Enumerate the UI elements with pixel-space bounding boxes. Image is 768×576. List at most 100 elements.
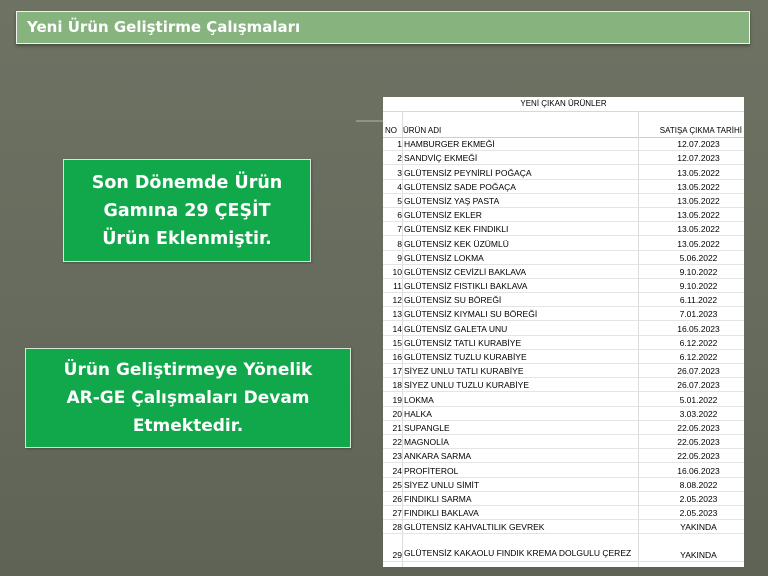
row-no: 15	[392, 337, 402, 348]
row-date: 22.05.2023	[677, 422, 720, 433]
row-no: 10	[392, 266, 402, 277]
row-name: SİYEZ UNLU SİMİT	[404, 479, 480, 490]
header-no: NO	[385, 126, 397, 135]
row-date: 8.08.2022	[679, 479, 718, 490]
row-name: SİYEZ UNLU TATLI KURABİYE	[404, 366, 524, 377]
row-name: FINDIKLI BAKLAVA	[404, 508, 479, 519]
row-date: 12.07.2023	[677, 139, 720, 150]
row-date: 13.05.2022	[677, 181, 720, 192]
row-name: SİYEZ UNLU TUZLU KURABİYE	[404, 380, 530, 391]
row-no: 3	[397, 167, 402, 178]
table-row: 27 FINDIKLI BAKLAVA 2.05.2023	[383, 506, 744, 521]
row-no: 22	[392, 437, 402, 448]
table-row: 7 GLÜTENSİZ KEK FINDIKLI 13.05.2022	[383, 222, 744, 237]
row-date: 16.06.2023	[677, 465, 720, 476]
row-no: 27	[392, 508, 402, 519]
header-name: ÜRÜN ADI	[403, 126, 442, 135]
row-no: 24	[392, 465, 402, 476]
row-no: 11	[393, 281, 402, 292]
row-name: GLÜTENSİZ EKLER	[404, 210, 482, 221]
row-date: 6.11.2022	[679, 295, 718, 306]
row-name: HALKA	[404, 408, 432, 419]
row-no: 28	[392, 522, 402, 533]
row-no: 21	[392, 422, 402, 433]
row-no: 14	[392, 323, 402, 334]
row-name: GLÜTENSİZ CEVİZLİ BAKLAVA	[404, 266, 527, 277]
row-no: 23	[392, 451, 402, 462]
row-no: 29	[392, 550, 402, 561]
row-name: MAGNOLİA	[404, 437, 449, 448]
table-body: 1 HAMBURGER EKMEĞİ 12.07.2023 2 SANDVİÇ EKME…	[383, 137, 744, 563]
table-row: 15 GLÜTENSİZ TATLI KURABİYE 6.12.2022	[383, 336, 744, 350]
row-name: GLÜTENSİZ SADE POĞAÇA	[404, 181, 516, 192]
row-no: 4	[397, 181, 402, 192]
row-no: 19	[392, 394, 402, 405]
row-date: 9.10.2022	[679, 266, 718, 277]
row-name: HAMBURGER EKMEĞİ	[404, 139, 495, 150]
row-name: GLÜTENSİZ FISTIKLI BAKLAVA	[404, 281, 528, 292]
table-row: 28 GLÜTENSİZ KAHVALTILIK GEVREK YAKINDA	[383, 520, 744, 535]
table-row: 12 GLÜTENSİZ SU BÖREĞİ 6.11.2022	[383, 293, 744, 308]
row-date: YAKINDA	[680, 522, 717, 533]
title-bar: Yeni Ürün Geliştirme Çalışmaları	[16, 11, 750, 44]
table-row: 8 GLÜTENSİZ KEK ÜZÜMLÜ 13.05.2022	[383, 236, 744, 251]
row-no: 26	[392, 493, 402, 504]
table-row: 13 GLÜTENSİZ KIYMALI SU BÖREĞİ 7.01.2023	[383, 307, 744, 322]
row-name: GLÜTENSİZ PEYNİRLİ POĞAÇA	[404, 167, 532, 178]
table-row: 2 SANDVİÇ EKMEĞİ 12.07.2023	[383, 151, 744, 166]
table-row: 29 GLÜTENSİZ KAKAOLU FINDIK KREMA DOLGULU…	[383, 534, 744, 563]
row-date: 26.07.2023	[677, 366, 720, 377]
info-box-rnd: Ürün Geliştirmeye Yönelik AR-GE Çalışmal…	[25, 348, 351, 448]
row-date: 7.01.2023	[679, 309, 718, 320]
row-date: 13.05.2022	[677, 195, 720, 206]
row-name: GLÜTENSİZ SU BÖREĞİ	[404, 295, 502, 306]
table-row: 25 SİYEZ UNLU SİMİT 8.08.2022	[383, 478, 744, 492]
table-row: 21 SUPANGLE 22.05.2023	[383, 421, 744, 435]
info-box-line: Son Dönemde Ürün	[91, 172, 283, 193]
divider-line	[356, 120, 384, 122]
row-no: 8	[397, 238, 402, 249]
row-no: 1	[397, 139, 402, 150]
row-date: 2.05.2023	[679, 493, 718, 504]
table-caption: YENİ ÇIKAN ÜRÜNLER	[383, 97, 744, 112]
row-date: 6.12.2022	[679, 352, 718, 362]
row-no: 12	[392, 295, 402, 306]
info-box-line: Gamına 29 ÇEŞİT	[103, 200, 271, 221]
row-date: 22.05.2023	[677, 451, 720, 462]
row-date: 3.03.2022	[679, 408, 718, 419]
info-box-line: Ürün Geliştirmeye Yönelik	[63, 360, 313, 380]
row-date: 26.07.2023	[677, 380, 720, 391]
row-name: GLÜTENSİZ KAKAOLU FINDIK KREMA DOLGULU Ç…	[404, 548, 632, 559]
table-row: 1 HAMBURGER EKMEĞİ 12.07.2023	[383, 137, 744, 152]
row-date: 2.05.2023	[679, 508, 718, 519]
row-name: GLÜTENSİZ KIYMALI SU BÖREĞİ	[404, 309, 538, 320]
row-name: GLÜTENSİZ TATLI KURABİYE	[404, 337, 522, 348]
table-row: 9 GLÜTENSİZ LOKMA 5.06.2022	[383, 251, 744, 265]
row-no: 17	[392, 366, 402, 377]
table-row: 4 GLÜTENSİZ SADE POĞAÇA 13.05.2022	[383, 180, 744, 194]
table-row: 19 LOKMA 5.01.2022	[383, 392, 744, 407]
row-name: LOKMA	[404, 394, 434, 405]
info-box-line: AR-GE Çalışmaları Devam	[66, 388, 310, 408]
row-date: 13.05.2022	[677, 210, 720, 221]
row-no: 18	[392, 380, 402, 391]
row-name: FINDIKLI SARMA	[404, 493, 472, 504]
row-name: GLÜTENSİZ KAHVALTILIK GEVREK	[404, 522, 545, 533]
row-date: 5.06.2022	[679, 252, 718, 263]
row-name: GLÜTENSİZ TUZLU KURABİYE	[404, 352, 527, 362]
table-row: 6 GLÜTENSİZ EKLER 13.05.2022	[383, 208, 744, 223]
table-row: 5 GLÜTENSİZ YAŞ PASTA 13.05.2022	[383, 194, 744, 208]
products-table: YENİ ÇIKAN ÜRÜNLER NO ÜRÜN ADI SATIŞA ÇI…	[383, 97, 744, 567]
page-title: Yeni Ürün Geliştirme Çalışmaları	[27, 18, 301, 36]
row-date: 9.10.2022	[679, 281, 718, 292]
row-no: 20	[392, 408, 402, 419]
row-date: 22.05.2023	[677, 437, 720, 448]
row-name: GLÜTENSİZ LOKMA	[404, 252, 484, 263]
table-row: 24 PROFİTEROL 16.06.2023	[383, 463, 744, 478]
table-row: 11 GLÜTENSİZ FISTIKLI BAKLAVA 9.10.2022	[383, 279, 744, 294]
row-name: PROFİTEROL	[404, 465, 459, 476]
info-box-text: Ürün Geliştirmeye Yönelik AR-GE Çalışmal…	[64, 356, 313, 440]
table-header: NO ÜRÜN ADI SATIŞA ÇIKMA TARİHİ	[383, 111, 744, 138]
row-date: 5.01.2022	[679, 394, 718, 405]
table-row: 18 SİYEZ UNLU TUZLU KURABİYE 26.07.2023	[383, 378, 744, 393]
